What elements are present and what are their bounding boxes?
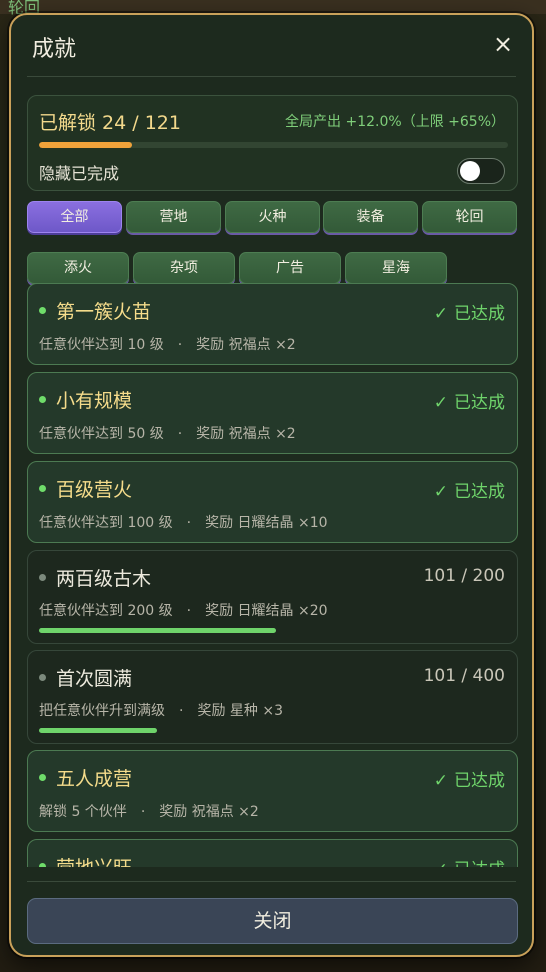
status-label: 已达成 <box>454 482 505 502</box>
requirement-text: 解锁 5 个伙伴 <box>39 804 127 820</box>
global-production-bonus: 全局产出 +12.0%（上限 +65%） <box>285 114 505 130</box>
separator: · <box>177 426 183 442</box>
check-icon: ✓ <box>433 771 448 791</box>
achievement-title: 小有规模 <box>56 390 133 412</box>
pending-dot-icon <box>39 674 46 681</box>
unlock-progress-fill <box>39 142 133 148</box>
check-icon: ✓ <box>433 304 448 324</box>
separator: · <box>140 804 146 820</box>
achievement-title: 首次圆满 <box>56 668 133 690</box>
hide-completed-toggle[interactable] <box>457 158 505 184</box>
filter-tab-8[interactable]: 星海 <box>345 252 447 284</box>
completed-dot-icon <box>39 863 46 867</box>
reward-text: 奖励 祝福点 ×2 <box>196 426 296 442</box>
achievement-list[interactable]: 第一簇火苗 ✓ 已达成 任意伙伴达到 10 级 · 奖励 祝福点 ×2 小有规模 ✓ 已达成 任意… <box>27 283 518 867</box>
filter-tab-2[interactable]: 火种 <box>225 201 320 233</box>
achievement-title: 营地兴旺 <box>56 853 132 867</box>
filter-tab-5[interactable]: 添火 <box>27 252 129 284</box>
separator: · <box>186 515 192 531</box>
achievement-progress-bar <box>39 628 276 633</box>
status-label: 已达成 <box>454 771 505 791</box>
achievement-card: 五人成营 ✓ 已达成解锁 5 个伙伴 · 奖励 祝福点 ×2 <box>27 750 518 832</box>
achievements-modal: 成就 × 已解锁 24 / 121 全局产出 +12.0%（上限 +65%） 隐… <box>9 13 534 957</box>
status-label: 已达成 <box>454 304 505 324</box>
hide-completed-label: 隐藏已完成 <box>39 164 120 183</box>
summary-card: 已解锁 24 / 121 全局产出 +12.0%（上限 +65%） 隐藏已完成 <box>27 95 518 191</box>
check-icon: ✓ <box>433 482 448 502</box>
check-icon: ✓ <box>433 393 448 413</box>
achievement-status: ✓ 已达成 <box>434 477 505 502</box>
achievement-title: 两百级古木 <box>56 568 152 590</box>
pending-dot-icon <box>39 574 46 581</box>
requirement-text: 任意伙伴达到 200 级 <box>39 603 173 619</box>
filter-tab-0[interactable]: 全部 <box>27 201 122 233</box>
achievement-description: 任意伙伴达到 10 级 · 奖励 祝福点 ×2 <box>39 334 296 354</box>
reward-text: 奖励 祝福点 ×2 <box>196 337 296 353</box>
achievement-card: 百级营火 ✓ 已达成任意伙伴达到 100 级 · 奖励 日耀结晶 ×10 <box>27 461 518 543</box>
achievement-status: ✓ 已达成 <box>434 388 505 413</box>
achievement-progress-bar <box>39 728 157 733</box>
unlock-progress-bar <box>39 142 508 148</box>
achievement-description: 把任意伙伴升到满级 · 奖励 星种 ×3 <box>39 700 283 720</box>
achievement-title: 五人成营 <box>56 768 133 790</box>
unlocked-count: 已解锁 24 / 121 <box>39 112 181 134</box>
filter-tab-4[interactable]: 轮回 <box>422 201 517 233</box>
achievement-card: 小有规模 ✓ 已达成任意伙伴达到 50 级 · 奖励 祝福点 ×2 <box>27 372 518 454</box>
requirement-text: 任意伙伴达到 50 级 <box>39 426 164 442</box>
filter-tab-7[interactable]: 广告 <box>239 252 341 284</box>
close-icon[interactable]: × <box>490 31 516 57</box>
header-divider <box>27 76 516 77</box>
achievement-description: 解锁 5 个伙伴 · 奖励 祝福点 ×2 <box>39 801 259 821</box>
reward-text: 奖励 日耀结晶 ×10 <box>205 515 328 531</box>
reward-text: 奖励 祝福点 ×2 <box>159 804 259 820</box>
status-label: 已达成 <box>454 393 505 413</box>
achievement-title: 百级营火 <box>56 479 133 501</box>
filter-tab-1[interactable]: 营地 <box>126 201 221 233</box>
achievement-progress-count: 101 / 200 <box>423 566 505 586</box>
modal-header: 成就 × <box>11 15 532 77</box>
completed-dot-icon <box>39 396 46 403</box>
status-label: 已达成 <box>454 860 505 867</box>
separator: · <box>179 703 184 719</box>
close-button[interactable]: 关闭 <box>27 898 518 944</box>
achievement-description: 任意伙伴达到 100 级 · 奖励 日耀结晶 ×10 <box>39 512 328 532</box>
achievement-card: 营地兴旺 ✓ 已达成 <box>27 839 518 867</box>
separator: · <box>186 603 192 619</box>
achievement-status: ✓ 已达成 <box>434 766 505 791</box>
achievement-card: 首次圆满 101 / 400 把任意伙伴升到满级 · 奖励 星种 ×3 <box>27 650 518 744</box>
toggle-knob <box>460 161 480 181</box>
achievement-status: ✓ 已达成 <box>434 299 505 324</box>
requirement-text: 任意伙伴达到 100 级 <box>39 515 173 531</box>
achievement-description: 任意伙伴达到 50 级 · 奖励 祝福点 ×2 <box>39 423 296 443</box>
completed-dot-icon <box>39 774 46 781</box>
reward-text: 奖励 星种 ×3 <box>197 703 283 719</box>
reward-text: 奖励 日耀结晶 ×20 <box>205 603 328 619</box>
modal-title: 成就 <box>32 37 77 62</box>
separator: · <box>177 337 183 353</box>
footer-divider <box>27 881 516 882</box>
achievement-description: 任意伙伴达到 200 级 · 奖励 日耀结晶 ×20 <box>39 600 328 620</box>
filter-tab-6[interactable]: 杂项 <box>133 252 235 284</box>
completed-dot-icon <box>39 307 46 314</box>
achievement-card: 第一簇火苗 ✓ 已达成任意伙伴达到 10 级 · 奖励 祝福点 ×2 <box>27 283 518 365</box>
achievement-card: 两百级古木 101 / 200 任意伙伴达到 200 级 · 奖励 日耀结晶 ×20 <box>27 550 518 644</box>
requirement-text: 把任意伙伴升到满级 <box>39 703 165 719</box>
achievement-status: ✓ 已达成 <box>434 855 505 867</box>
achievement-title: 第一簇火苗 <box>56 301 152 323</box>
check-icon: ✓ <box>434 860 448 867</box>
completed-dot-icon <box>39 485 46 492</box>
filter-tab-3[interactable]: 装备 <box>323 201 418 233</box>
achievement-progress-count: 101 / 400 <box>423 666 505 686</box>
requirement-text: 任意伙伴达到 10 级 <box>39 337 164 353</box>
